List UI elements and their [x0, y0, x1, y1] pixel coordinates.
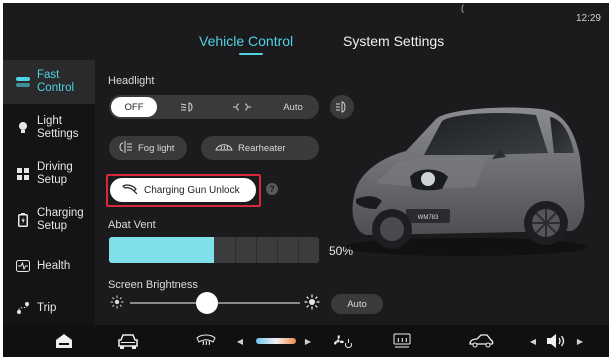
vent-segment-divider: [277, 237, 278, 263]
headlight-off-option[interactable]: OFF: [111, 97, 157, 117]
sidebar-item-trip[interactable]: Trip: [3, 286, 95, 330]
fog-light-icon: [119, 140, 138, 156]
sidebar-item-label: Health: [37, 259, 71, 272]
temperature-slider[interactable]: [253, 325, 299, 357]
toggle-icon: [13, 76, 33, 88]
volume-icon[interactable]: [543, 325, 569, 357]
brightness-low-icon: [110, 295, 124, 309]
steering-grid-icon: [13, 168, 33, 180]
rear-heater-icon: [215, 141, 238, 156]
status-notch: (: [461, 3, 464, 13]
headlight-label: Headlight: [108, 75, 155, 87]
charging-gun-unlock-label: Charging Gun Unlock: [144, 184, 240, 196]
sidebar-item-light-settings[interactable]: Light Settings: [3, 106, 95, 150]
vehicle-control-screen: ( 12:29 Vehicle Control System Settings …: [3, 3, 609, 357]
charging-gun-icon: [121, 183, 144, 198]
vent-segment-divider: [235, 237, 236, 263]
sidebar-item-charging-setup[interactable]: Charging Setup: [3, 198, 95, 242]
volume-increase-arrow-icon[interactable]: ▶: [575, 325, 585, 357]
help-icon[interactable]: ?: [266, 183, 278, 195]
fog-light-button[interactable]: Fog light: [109, 136, 187, 160]
headlight-mode-selector: OFF Auto: [109, 95, 319, 119]
rear-heater-button[interactable]: Rearheater: [201, 136, 319, 160]
tab-system-settings[interactable]: System Settings: [343, 33, 444, 49]
battery-icon: [13, 213, 33, 227]
fog-light-label: Fog light: [138, 142, 175, 154]
headlight-auto-option[interactable]: Auto: [275, 95, 311, 119]
sidebar: Fast Control Light Settings Driving Setu…: [3, 60, 95, 325]
brightness-high-icon: [304, 294, 320, 310]
sidebar-item-label: Charging Setup: [37, 207, 84, 232]
screen-brightness-label: Screen Brightness: [108, 279, 198, 291]
license-plate: WM783: [418, 215, 439, 221]
abat-vent-fill: [109, 237, 214, 263]
rear-heater-label: Rearheater: [238, 142, 286, 154]
home-icon[interactable]: [49, 325, 79, 357]
temp-decrease-arrow-icon[interactable]: ◀: [235, 325, 245, 357]
volume-decrease-arrow-icon[interactable]: ◀: [528, 325, 538, 357]
abat-vent-slider[interactable]: [109, 237, 319, 263]
abat-vent-label: Abat Vent: [108, 219, 156, 231]
sidebar-item-label: Trip: [37, 301, 57, 314]
car-icon[interactable]: [113, 325, 143, 357]
defrost-front-icon[interactable]: [191, 325, 221, 357]
car-outline-icon[interactable]: [463, 325, 499, 357]
status-clock: 12:29: [575, 13, 601, 24]
temp-increase-arrow-icon[interactable]: ▶: [303, 325, 313, 357]
vent-segment-divider: [298, 237, 299, 263]
sidebar-item-label: Light Settings: [37, 115, 79, 140]
vent-segment-divider: [256, 237, 257, 263]
charging-gun-unlock-button[interactable]: Charging Gun Unlock: [110, 178, 256, 202]
sidebar-item-driving-setup[interactable]: Driving Setup: [3, 152, 95, 196]
bulb-icon: [13, 121, 33, 135]
route-icon: [13, 301, 33, 315]
heartbeat-icon: [13, 260, 33, 272]
brightness-slider-knob[interactable]: [195, 292, 218, 314]
top-tab-bar: Vehicle Control System Settings: [3, 31, 609, 57]
sidebar-item-label: Driving Setup: [37, 161, 73, 186]
bottom-dock: ◀ ▶ ◀ ▶: [3, 325, 609, 357]
sidebar-item-health[interactable]: Health: [3, 244, 95, 288]
sidebar-item-label: Fast Control: [37, 69, 75, 94]
low-beam-icon[interactable]: [173, 95, 203, 119]
position-light-icon[interactable]: [227, 95, 257, 119]
brightness-auto-button[interactable]: Auto: [331, 294, 383, 314]
tab-vehicle-control[interactable]: Vehicle Control: [199, 33, 293, 49]
sidebar-item-fast-control[interactable]: Fast Control: [3, 60, 95, 104]
fan-icon[interactable]: [327, 325, 357, 357]
defrost-rear-icon[interactable]: [387, 325, 417, 357]
active-tab-indicator: [239, 53, 263, 55]
vehicle-image: WM783: [344, 107, 588, 256]
